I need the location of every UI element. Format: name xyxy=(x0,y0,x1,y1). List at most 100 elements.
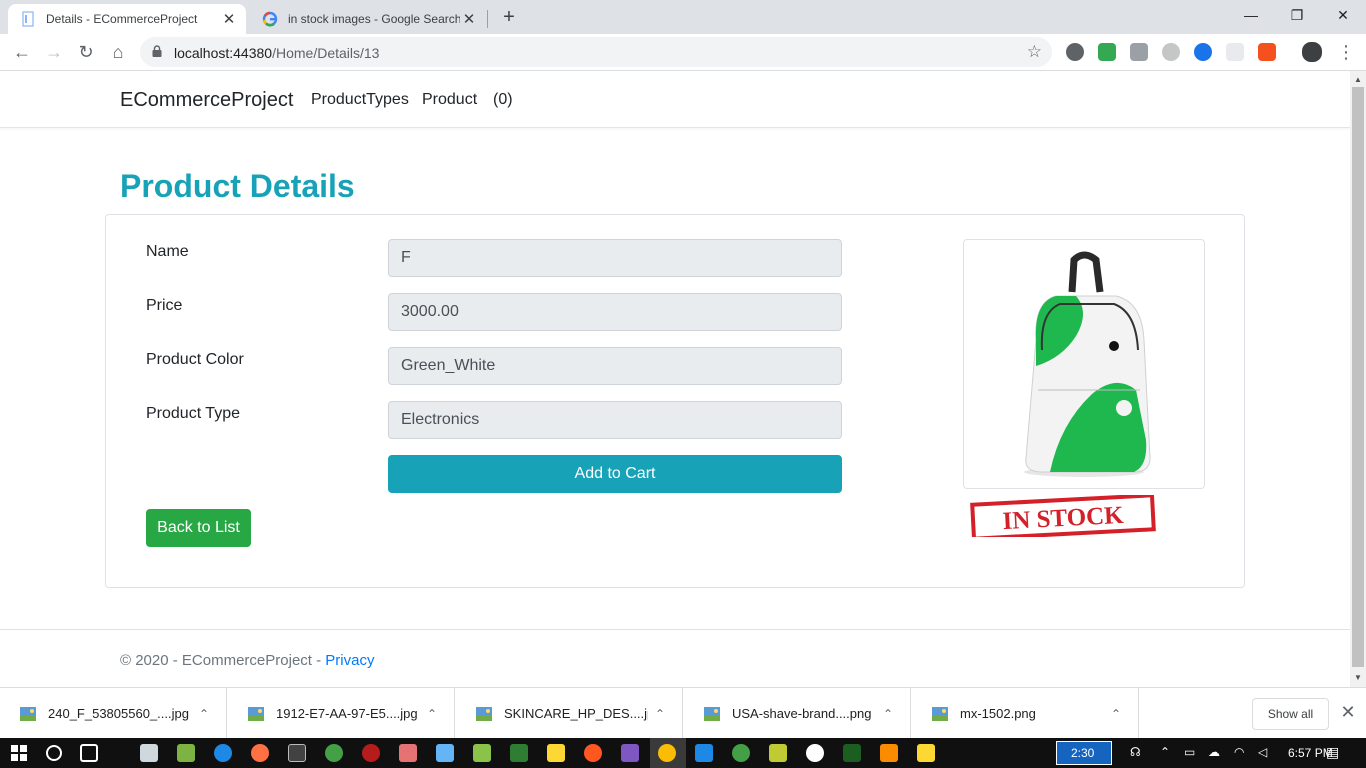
chevron-up-icon[interactable]: ⌃ xyxy=(192,707,216,721)
url-host: localhost:44380 xyxy=(174,45,273,61)
page-scrollbar[interactable]: ▲ ▼ xyxy=(1350,71,1366,687)
type-field[interactable]: Electronics xyxy=(388,401,842,439)
close-tab-icon[interactable]: ✕ xyxy=(220,10,238,28)
firefox-icon[interactable] xyxy=(251,744,269,762)
download-item[interactable]: 1912-E7-AA-97-E5....jpg ⌃ xyxy=(228,688,455,739)
app-icon[interactable] xyxy=(547,744,565,762)
wifi-icon[interactable]: ◠ xyxy=(1234,745,1244,759)
tab-details[interactable]: Details - ECommerceProject ✕ xyxy=(8,4,246,34)
restore-icon[interactable]: ❐ xyxy=(1274,0,1320,30)
tab-separator xyxy=(487,10,488,28)
file-explorer-icon[interactable] xyxy=(917,744,935,762)
download-filename: USA-shave-brand....png xyxy=(732,706,872,721)
details-card: Name F Price 3000.00 Product Color Green… xyxy=(105,214,1245,588)
download-item[interactable]: mx-1502.png ⌃ xyxy=(912,688,1139,739)
terminal-icon[interactable] xyxy=(288,744,306,762)
forward-arrow-icon[interactable]: → xyxy=(42,40,66,64)
extension-icon[interactable] xyxy=(1162,43,1180,61)
scrollbar-thumb[interactable] xyxy=(1352,87,1364,667)
windows-start-icon[interactable] xyxy=(11,745,27,761)
tab-google-search[interactable]: in stock images - Google Search ✕ xyxy=(250,4,486,34)
app-icon[interactable] xyxy=(399,744,417,762)
url-path: /Home/Details/13 xyxy=(272,45,380,61)
menu-icon[interactable]: ⋮ xyxy=(1334,40,1358,64)
scroll-up-icon[interactable]: ▲ xyxy=(1350,73,1366,87)
nav-cart-count[interactable]: (0) xyxy=(493,91,513,109)
edge-icon[interactable] xyxy=(214,744,232,762)
bookmark-star-icon[interactable]: ☆ xyxy=(1027,42,1042,62)
chevron-up-icon[interactable]: ⌃ xyxy=(876,707,900,721)
scroll-down-icon[interactable]: ▼ xyxy=(1350,671,1366,685)
add-to-cart-button[interactable]: Add to Cart xyxy=(388,455,842,493)
back-arrow-icon[interactable]: ← xyxy=(10,40,34,64)
chevron-up-icon[interactable]: ⌃ xyxy=(648,707,672,721)
app-icon[interactable] xyxy=(436,744,454,762)
task-view-icon[interactable] xyxy=(80,744,98,762)
timer-widget[interactable]: 2:30 xyxy=(1056,741,1112,765)
show-all-button[interactable]: Show all xyxy=(1252,698,1329,730)
vscode-icon[interactable] xyxy=(695,744,713,762)
close-downloads-icon[interactable]: ✕ xyxy=(1338,702,1358,722)
app-icon[interactable] xyxy=(769,744,787,762)
name-label: Name xyxy=(146,243,189,260)
color-field[interactable]: Green_White xyxy=(388,347,842,385)
minimize-icon[interactable]: — xyxy=(1228,0,1274,30)
download-filename: SKINCARE_HP_DES....jpg xyxy=(504,706,648,721)
download-item[interactable]: SKINCARE_HP_DES....jpg ⌃ xyxy=(456,688,683,739)
nav-link-producttypes[interactable]: ProductTypes xyxy=(311,91,409,109)
excel-icon[interactable] xyxy=(843,744,861,762)
name-field[interactable]: F xyxy=(388,239,842,277)
site-navbar: ECommerceProject ProductTypes Product (0… xyxy=(0,71,1350,128)
notifications-icon[interactable]: ▤ xyxy=(1326,744,1339,761)
calculator-icon[interactable] xyxy=(140,744,158,762)
app-icon[interactable] xyxy=(584,744,602,762)
app-icon[interactable] xyxy=(177,744,195,762)
new-tab-icon[interactable]: + xyxy=(498,6,520,28)
extension-icon[interactable] xyxy=(1194,43,1212,61)
back-to-list-button[interactable]: Back to List xyxy=(146,509,251,547)
app-icon[interactable] xyxy=(732,744,750,762)
app-icon[interactable] xyxy=(362,744,380,762)
chevron-up-icon[interactable]: ⌃ xyxy=(1104,707,1128,721)
nav-link-product[interactable]: Product xyxy=(422,91,477,109)
chevron-up-icon[interactable]: ⌃ xyxy=(1160,745,1170,759)
search-icon[interactable] xyxy=(46,745,62,761)
close-tab-icon[interactable]: ✕ xyxy=(460,10,478,28)
battery-icon[interactable]: ▭ xyxy=(1184,745,1195,759)
extension-icon[interactable] xyxy=(1066,43,1084,61)
site-brand[interactable]: ECommerceProject xyxy=(120,89,293,112)
price-field[interactable]: 3000.00 xyxy=(388,293,842,331)
shield-extension-icon[interactable] xyxy=(1098,43,1116,61)
chrome-icon[interactable] xyxy=(658,744,676,762)
download-item[interactable]: USA-shave-brand....png ⌃ xyxy=(684,688,911,739)
extension-icon[interactable] xyxy=(1226,43,1244,61)
downloads-bar: 240_F_53805560_....jpg ⌃ 1912-E7-AA-97-E… xyxy=(0,687,1366,739)
image-file-icon xyxy=(20,706,36,721)
app-icon[interactable] xyxy=(880,744,898,762)
address-bar[interactable]: localhost:44380/Home/Details/13 ☆ xyxy=(140,37,1052,67)
reload-icon[interactable]: ↻ xyxy=(74,40,98,64)
people-icon[interactable]: ☊ xyxy=(1130,745,1141,759)
close-window-icon[interactable]: ✕ xyxy=(1320,0,1366,30)
home-icon[interactable]: ⌂ xyxy=(106,40,130,64)
image-file-icon xyxy=(932,706,948,721)
backpack-image xyxy=(1024,251,1151,477)
google-icon xyxy=(262,11,278,27)
chevron-up-icon[interactable]: ⌃ xyxy=(420,707,444,721)
camera-extension-icon[interactable] xyxy=(1130,43,1148,61)
page-icon xyxy=(22,11,34,27)
download-item[interactable]: 240_F_53805560_....jpg ⌃ xyxy=(0,688,227,739)
extension-off-icon[interactable] xyxy=(1258,43,1276,61)
windows-taskbar: 2:30 ☊ ⌃ ▭ ☁ ◠ ◁ 6:57 PM ▤ xyxy=(0,738,1366,768)
color-label: Product Color xyxy=(146,351,244,368)
privacy-link[interactable]: Privacy xyxy=(325,652,374,669)
download-filename: 240_F_53805560_....jpg xyxy=(48,706,189,721)
app-icon[interactable] xyxy=(510,744,528,762)
profile-avatar[interactable] xyxy=(1302,42,1322,62)
torrent-icon[interactable] xyxy=(325,744,343,762)
app-icon[interactable] xyxy=(806,744,824,762)
volume-icon[interactable]: ◁ xyxy=(1258,745,1267,759)
android-icon[interactable] xyxy=(473,744,491,762)
visual-studio-icon[interactable] xyxy=(621,744,639,762)
cloud-icon[interactable]: ☁ xyxy=(1208,745,1220,759)
